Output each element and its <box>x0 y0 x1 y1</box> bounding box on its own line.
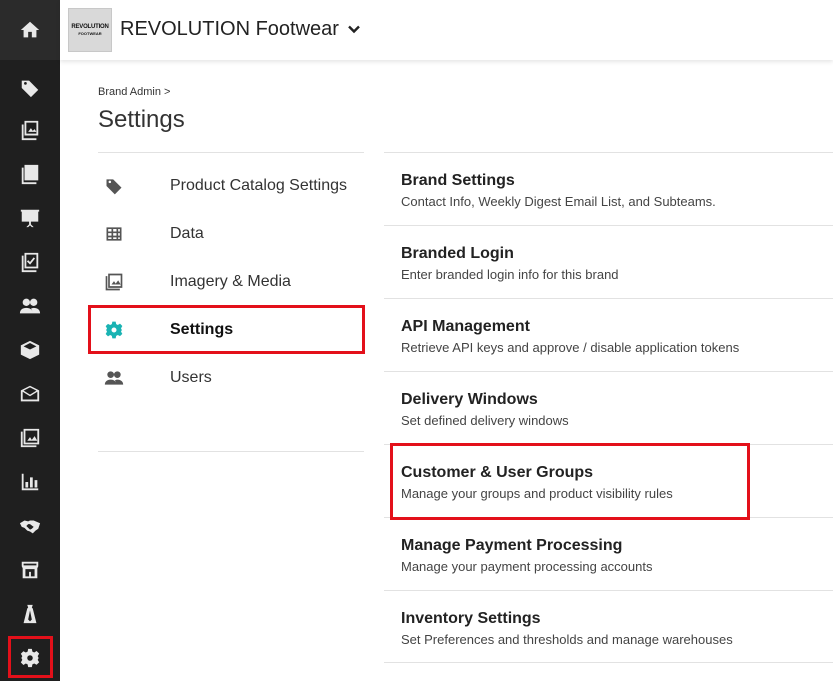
rail-item-reports[interactable] <box>0 460 60 504</box>
settings-menu-highlight <box>88 305 365 354</box>
photo-book-icon <box>21 120 39 141</box>
settings-row-manage-payment-processing[interactable]: Manage Payment Processing Manage your pa… <box>384 517 833 590</box>
logo-line2: FOOTWEAR <box>78 31 102 36</box>
row-description: Retrieve API keys and approve / disable … <box>401 340 740 355</box>
rail-item-orders[interactable] <box>0 328 60 372</box>
rail-item-storefront[interactable] <box>0 548 60 592</box>
rail-item-photo-book[interactable] <box>0 108 60 152</box>
suit-icon <box>23 604 37 624</box>
tag-icon <box>21 80 39 98</box>
menu-item-label: Imagery & Media <box>170 273 291 290</box>
settings-rail-highlight <box>8 636 53 678</box>
home-button[interactable] <box>0 0 60 60</box>
page-title: Settings <box>98 106 185 133</box>
rail-item-checklist[interactable] <box>0 240 60 284</box>
menu-item-users[interactable]: Users <box>98 354 364 402</box>
users-icon <box>104 368 124 388</box>
home-icon <box>20 21 40 38</box>
menu-item-imagery-media[interactable]: Imagery & Media <box>98 258 364 306</box>
row-title: Brand Settings <box>401 172 515 189</box>
storefront-icon <box>21 561 39 579</box>
row-description: Manage your payment processing accounts <box>401 559 653 574</box>
rail-item-media[interactable] <box>0 416 60 460</box>
row-description: Enter branded login info for this brand <box>401 267 619 282</box>
row-title: Inventory Settings <box>401 610 541 627</box>
menu-item-product-catalog-settings[interactable]: Product Catalog Settings <box>98 162 364 210</box>
users-icon <box>19 298 41 314</box>
rail-item-users[interactable] <box>0 284 60 328</box>
tag-icon <box>104 176 124 196</box>
row-title: Manage Payment Processing <box>401 537 623 554</box>
icon-rail <box>0 0 60 681</box>
breadcrumb[interactable]: Brand Admin > <box>98 86 170 98</box>
settings-row-delivery-windows[interactable]: Delivery Windows Set defined delivery wi… <box>384 371 833 444</box>
handshake-icon <box>19 520 41 534</box>
menu-item-label: Users <box>170 369 212 386</box>
row-description: Set defined delivery windows <box>401 413 569 428</box>
logo-line1: REVOLUTION <box>71 24 109 30</box>
rail-item-messages[interactable] <box>0 372 60 416</box>
row-title: Delivery Windows <box>401 391 538 408</box>
settings-row-inventory-settings[interactable]: Inventory Settings Set Preferences and t… <box>384 590 833 663</box>
row-description: Set Preferences and thresholds and manag… <box>401 632 733 647</box>
rail-item-catalog[interactable] <box>0 152 60 196</box>
bar-chart-icon <box>21 473 39 491</box>
settings-row-brand-settings[interactable]: Brand Settings Contact Info, Weekly Dige… <box>384 152 833 225</box>
settings-row-api-management[interactable]: API Management Retrieve API keys and app… <box>384 298 833 371</box>
brand-logo: REVOLUTION FOOTWEAR <box>68 8 112 52</box>
settings-menu: Product Catalog Settings Data Imagery & … <box>98 152 364 452</box>
top-header: REVOLUTION FOOTWEAR REVOLUTION Footwear <box>60 0 833 60</box>
row-description: Contact Info, Weekly Digest Email List, … <box>401 194 716 209</box>
rail-item-suit[interactable] <box>0 592 60 636</box>
row-title: API Management <box>401 318 530 335</box>
envelope-icon <box>20 385 40 402</box>
presentation-icon <box>20 209 40 228</box>
row-title: Branded Login <box>401 245 514 262</box>
checklist-icon <box>21 252 39 273</box>
chevron-down-icon[interactable] <box>347 22 361 36</box>
menu-item-label: Product Catalog Settings <box>170 177 347 194</box>
menu-item-label: Data <box>170 225 204 242</box>
settings-row-branded-login[interactable]: Branded Login Enter branded login info f… <box>384 225 833 298</box>
brand-selector[interactable]: REVOLUTION Footwear <box>120 18 339 41</box>
table-icon <box>104 224 124 244</box>
catalog-icon <box>21 164 39 185</box>
rail-item-presentation[interactable] <box>0 196 60 240</box>
menu-item-data[interactable]: Data <box>98 210 364 258</box>
image-icon <box>104 272 124 292</box>
customer-groups-highlight <box>390 443 750 520</box>
rail-item-tags[interactable] <box>0 66 60 110</box>
image-icon <box>20 428 40 448</box>
box-icon <box>20 340 40 360</box>
rail-item-partners[interactable] <box>0 504 60 548</box>
